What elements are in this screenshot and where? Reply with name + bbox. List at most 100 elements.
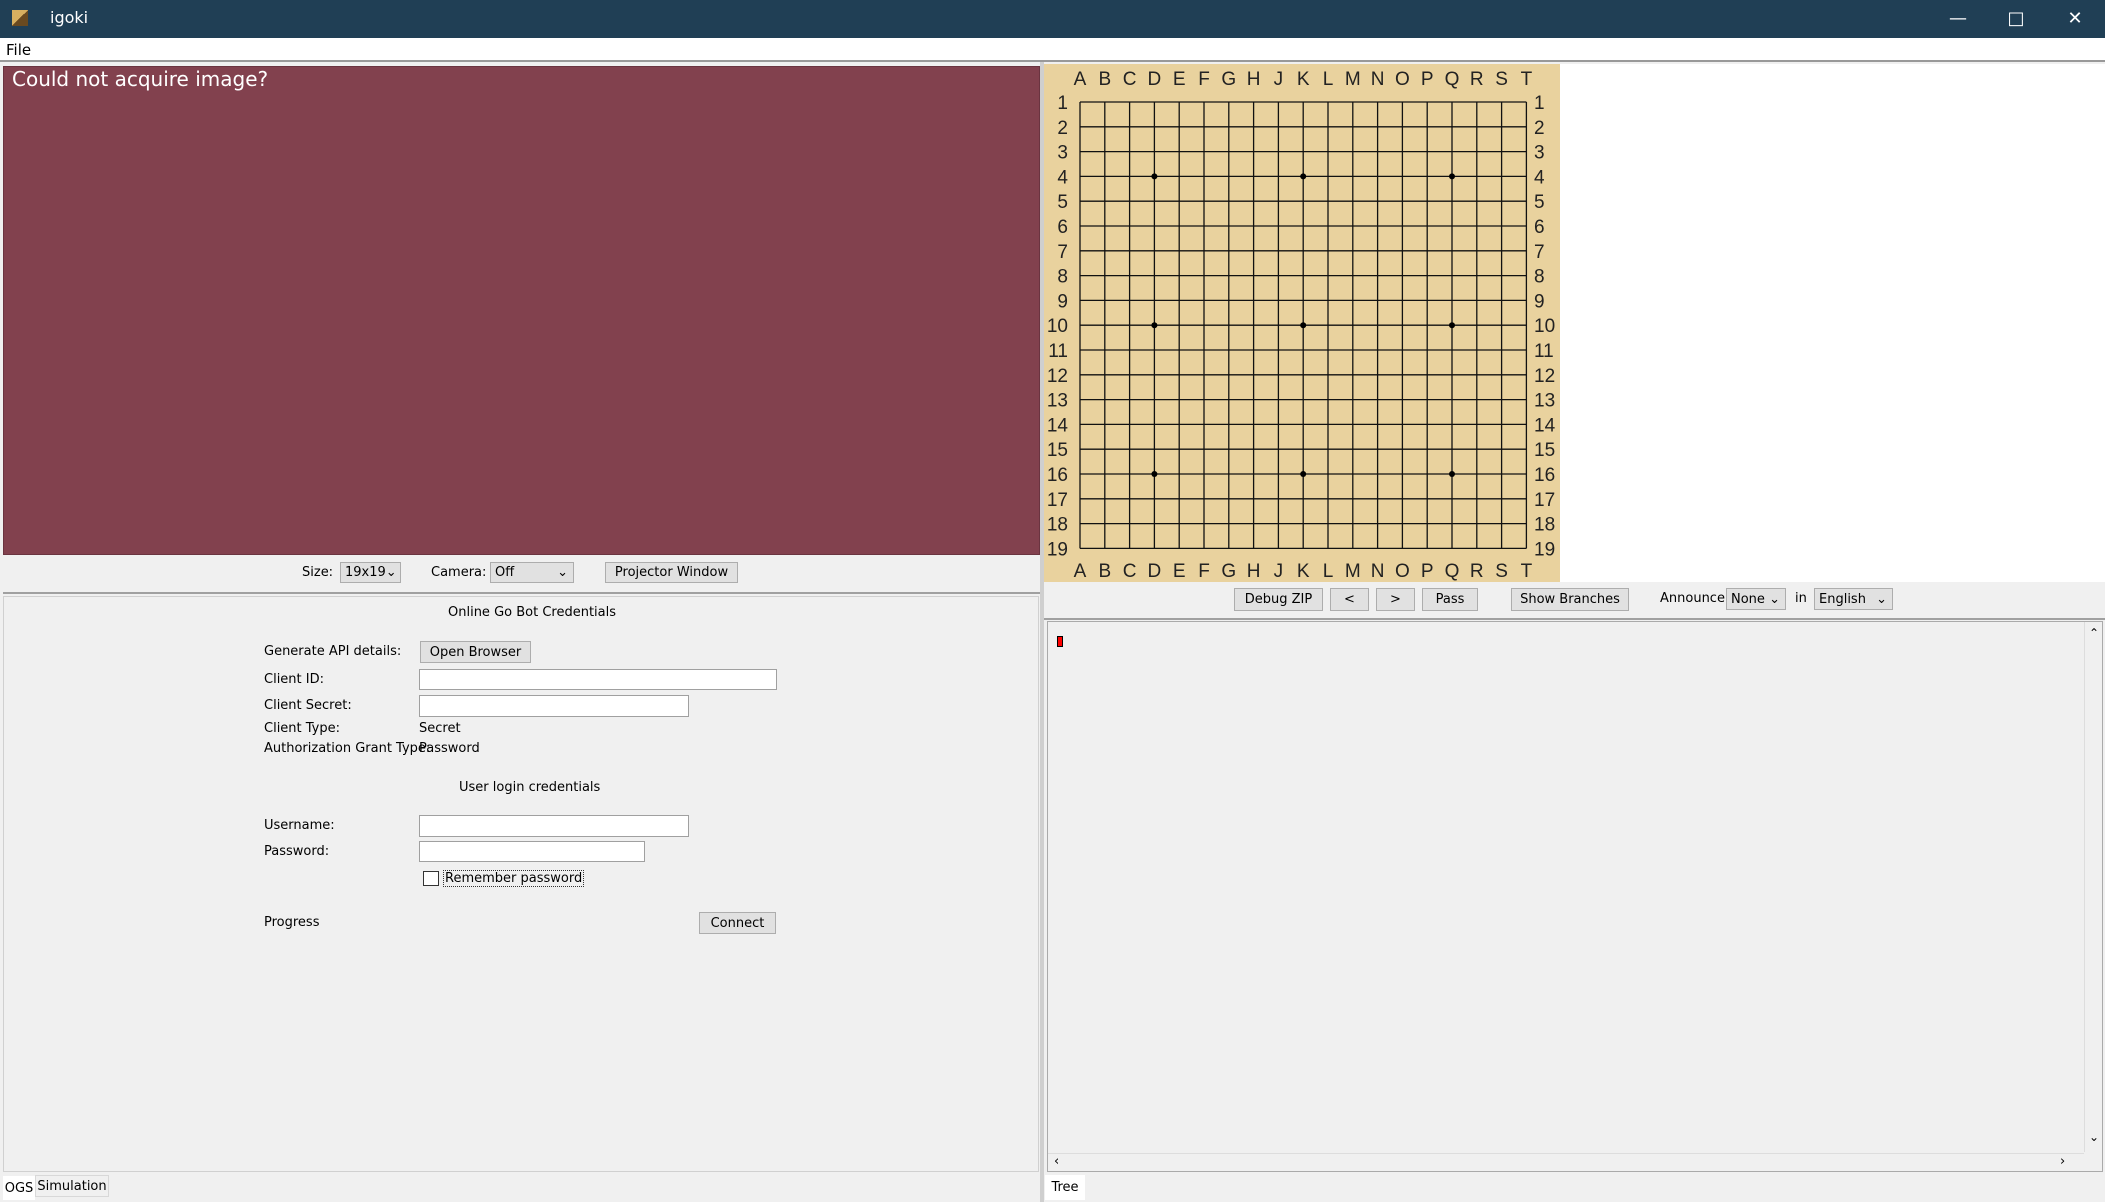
- vertical-scrollbar[interactable]: ⌃ ⌄: [2084, 622, 2102, 1152]
- row-label: 8: [1057, 267, 1068, 288]
- row-label: 14: [1534, 415, 1556, 436]
- announce-select[interactable]: None ⌄: [1726, 588, 1786, 610]
- row-label: 12: [1047, 366, 1068, 387]
- column-label: C: [1123, 561, 1137, 582]
- row-label: 11: [1048, 341, 1068, 362]
- minimize-icon[interactable]: —: [1928, 6, 1988, 32]
- camera-message: Could not acquire image?: [12, 67, 269, 91]
- maximize-icon[interactable]: □: [1986, 6, 2046, 32]
- connect-button[interactable]: Connect: [699, 912, 776, 934]
- menu-bar: File: [0, 38, 2105, 62]
- row-label: 9: [1534, 291, 1545, 312]
- star-point: [1449, 471, 1455, 477]
- language-select[interactable]: English ⌄: [1814, 588, 1893, 610]
- open-browser-button[interactable]: Open Browser: [420, 641, 531, 663]
- client-type-label: Client Type:: [264, 721, 341, 736]
- column-label: Q: [1445, 561, 1460, 582]
- tab-simulation[interactable]: Simulation: [35, 1175, 109, 1197]
- generate-label: Generate API details:: [264, 644, 402, 659]
- move-tree-panel[interactable]: ⌃ ⌄ ‹ ›: [1047, 621, 2103, 1172]
- row-label: 6: [1057, 217, 1068, 238]
- username-input[interactable]: [419, 815, 689, 837]
- next-move-button[interactable]: >: [1376, 588, 1415, 611]
- column-label: K: [1297, 561, 1310, 582]
- previous-move-button[interactable]: <: [1330, 588, 1369, 611]
- scroll-left-icon[interactable]: ‹: [1054, 1154, 1059, 1169]
- scroll-up-icon[interactable]: ⌃: [2089, 626, 2099, 640]
- password-input[interactable]: [419, 841, 645, 862]
- scroll-down-icon[interactable]: ⌄: [2089, 1130, 2099, 1144]
- star-point: [1300, 322, 1307, 329]
- chevron-down-icon: ⌄: [557, 565, 568, 580]
- camera-select[interactable]: Off ⌄: [490, 562, 574, 583]
- column-label: H: [1247, 561, 1261, 582]
- chevron-down-icon: ⌄: [1876, 591, 1887, 607]
- column-label: R: [1470, 69, 1484, 90]
- board-grid[interactable]: AA1 1BB2 2CC3 3DD4 4EE5 5FF6 6GG7 7HH8 8JJ9 9KK10…: [1044, 64, 1560, 582]
- camera-value: Off: [495, 565, 515, 580]
- column-label: D: [1148, 561, 1162, 582]
- show-branches-button[interactable]: Show Branches: [1511, 588, 1629, 611]
- column-label: Q: [1445, 69, 1460, 90]
- horizontal-scrollbar[interactable]: ‹ ›: [1048, 1153, 2084, 1171]
- row-label: 10: [1534, 316, 1555, 337]
- go-board[interactable]: A A 1 1 B B 2 2 C C 3 3 D D 4 4 E E 5 5 F F 6 6 G G 7 7 H H 8 8 J J 9 9 K K 10…: [1044, 64, 1560, 582]
- row-label: 19: [1047, 539, 1068, 560]
- chevron-down-icon: ⌄: [385, 565, 397, 580]
- row-label: 4: [1534, 167, 1545, 188]
- size-select[interactable]: 19x19 ⌄: [340, 562, 401, 583]
- row-label: 5: [1057, 192, 1068, 213]
- column-label: L: [1323, 561, 1334, 582]
- password-label: Password:: [264, 844, 330, 859]
- row-label: 7: [1534, 242, 1545, 263]
- client-id-input[interactable]: [419, 669, 777, 690]
- debug-zip-button[interactable]: Debug ZIP: [1234, 588, 1323, 611]
- column-label: J: [1274, 561, 1284, 582]
- star-point: [1300, 173, 1307, 180]
- column-label: M: [1345, 69, 1361, 90]
- row-label: 12: [1534, 366, 1555, 387]
- announce-value: None: [1731, 591, 1765, 607]
- column-label: N: [1371, 561, 1385, 582]
- column-label: O: [1395, 561, 1410, 582]
- row-label: 1: [1057, 93, 1068, 114]
- row-label: 2: [1057, 118, 1068, 139]
- client-type-value: Secret: [419, 721, 461, 736]
- tree-root-node[interactable]: [1057, 636, 1063, 647]
- user-login-title: User login credentials: [459, 780, 601, 795]
- row-label: 18: [1534, 515, 1555, 536]
- language-value: English: [1819, 591, 1866, 607]
- tab-ogs[interactable]: OGS: [3, 1176, 35, 1200]
- column-label: G: [1221, 69, 1236, 90]
- column-label: H: [1247, 69, 1261, 90]
- row-label: 13: [1534, 391, 1555, 412]
- remember-password-label[interactable]: Remember password: [443, 870, 585, 887]
- menu-file[interactable]: File: [6, 41, 31, 59]
- scroll-right-icon[interactable]: ›: [2060, 1154, 2065, 1169]
- row-label: 16: [1534, 465, 1555, 486]
- remember-password-checkbox[interactable]: [423, 871, 439, 886]
- tab-tree[interactable]: Tree: [1045, 1175, 1085, 1200]
- pass-button[interactable]: Pass: [1422, 588, 1478, 611]
- column-label: S: [1495, 69, 1508, 90]
- grant-type-label: Authorization Grant Type:: [264, 741, 431, 756]
- star-point: [1151, 173, 1158, 180]
- projector-window-button[interactable]: Projector Window: [605, 562, 738, 583]
- app-icon: [12, 10, 28, 26]
- window-title: igoki: [50, 8, 89, 27]
- divider: [3, 592, 1040, 594]
- row-label: 7: [1057, 242, 1068, 263]
- column-label: T: [1521, 69, 1533, 90]
- client-secret-input[interactable]: [419, 695, 689, 717]
- column-label: A: [1074, 69, 1087, 90]
- star-point: [1449, 322, 1455, 329]
- row-label: 17: [1047, 490, 1068, 511]
- close-icon[interactable]: ✕: [2045, 6, 2105, 32]
- ogs-title: Online Go Bot Credentials: [448, 605, 617, 620]
- column-label: E: [1173, 561, 1186, 582]
- divider: [1044, 618, 2105, 620]
- column-label: P: [1421, 69, 1434, 90]
- column-label: M: [1345, 561, 1361, 582]
- chevron-down-icon: ⌄: [1769, 591, 1780, 607]
- camera-label: Camera:: [431, 565, 487, 580]
